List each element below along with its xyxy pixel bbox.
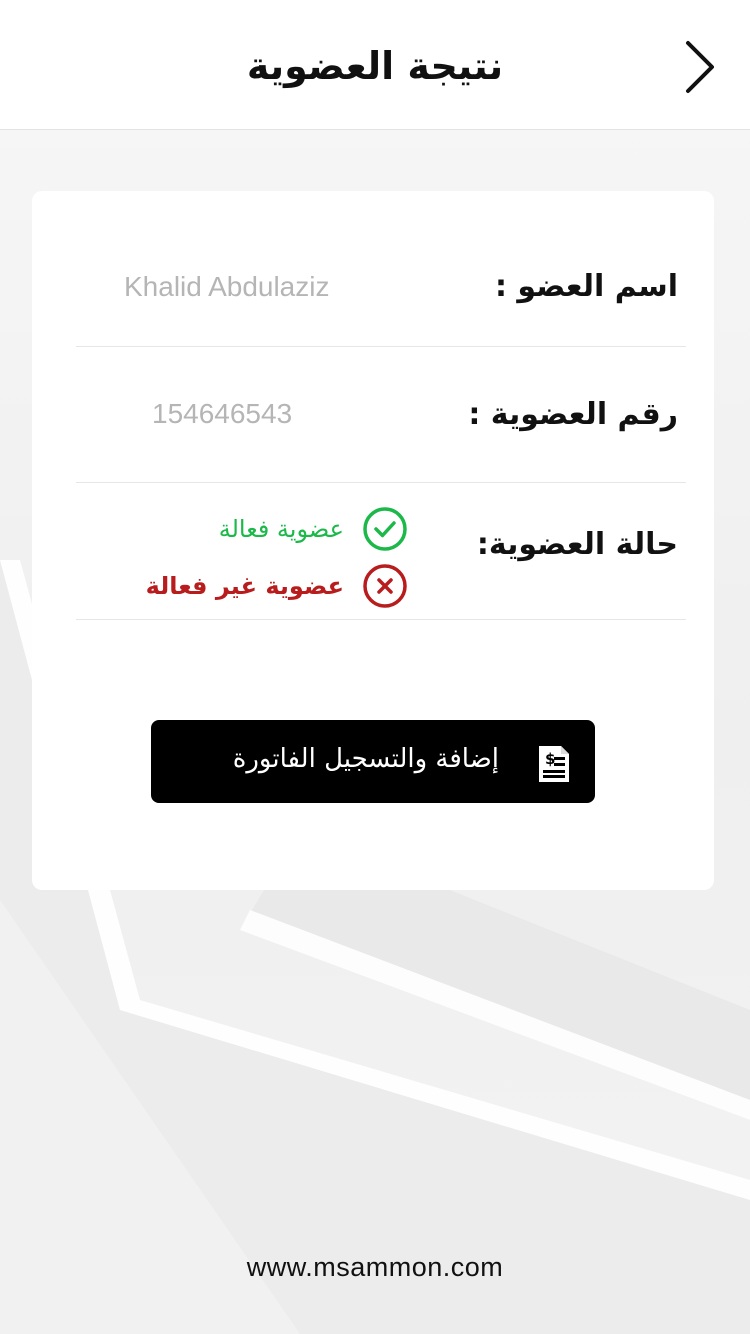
add-invoice-button[interactable]: $ إضافة والتسجيل الفاتورة [151, 720, 595, 803]
divider [76, 482, 686, 483]
member-status-label: حالة العضوية: [476, 527, 678, 562]
status-inactive-text: عضوية غير فعالة [145, 572, 344, 600]
status-inactive: عضوية غير فعالة [146, 563, 408, 609]
close-circle-icon [363, 564, 407, 608]
svg-text:$: $ [545, 750, 555, 768]
website-link[interactable]: www.msammon.com [0, 1252, 750, 1283]
back-button[interactable] [678, 36, 722, 98]
member-name-value: Khalid Abdulaziz [124, 271, 330, 302]
member-name-label: اسم العضو : [494, 269, 678, 304]
page-title: نتيجة العضوية [246, 44, 504, 88]
member-number-label: رقم العضوية : [468, 397, 678, 432]
divider [76, 346, 686, 347]
top-bar: نتيجة العضوية [0, 0, 750, 130]
invoice-dollar-icon: $ [539, 746, 569, 782]
membership-card: اسم العضو : Khalid Abdulaziz رقم العضوية… [32, 191, 714, 890]
divider [76, 619, 686, 620]
check-circle-icon [363, 507, 407, 551]
add-invoice-label: إضافة والتسجيل الفاتورة [232, 744, 499, 774]
status-active: عضوية فعالة [219, 506, 408, 552]
member-number-value: 154646543 [152, 398, 293, 429]
status-active-text: عضوية فعالة [218, 515, 344, 543]
chevron-right-icon [686, 41, 714, 93]
